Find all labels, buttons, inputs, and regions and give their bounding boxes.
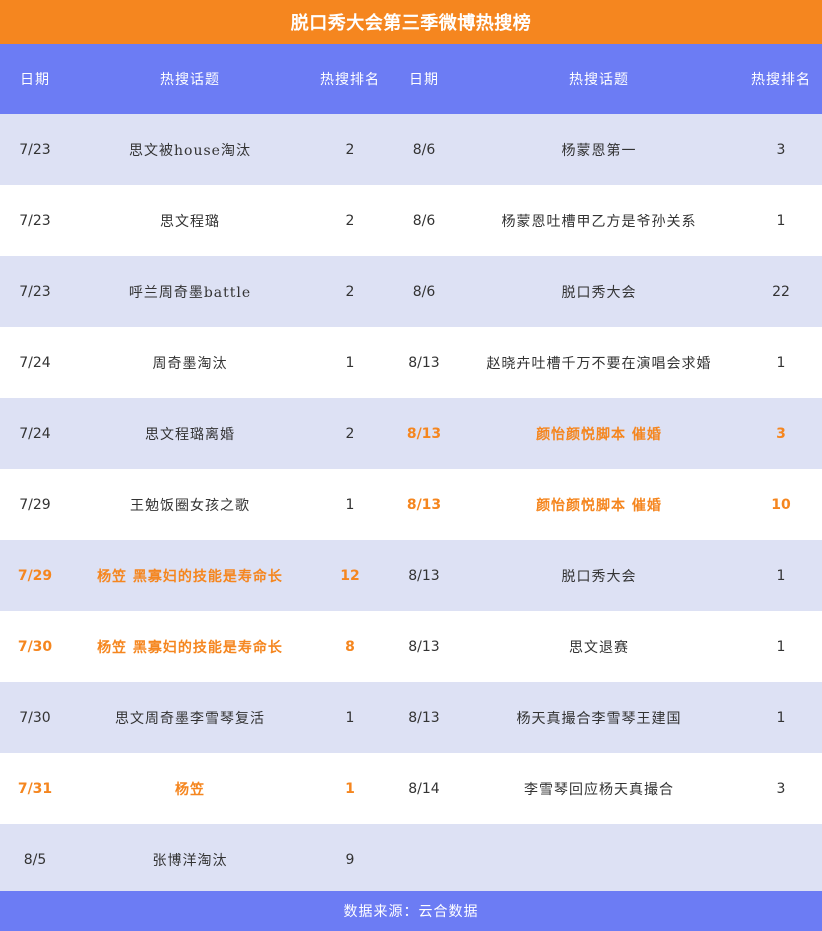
right-topic-cell [458,824,740,895]
left-rank-cell: 12 [310,540,390,611]
right-topic-cell: 杨天真撮合李雪琴王建国 [458,682,740,753]
right-date-cell: 8/13 [390,611,458,682]
right-rank-cell: 1 [740,682,822,753]
right-date-cell: 8/13 [390,327,458,398]
page-title: 脱口秀大会第三季微博热搜榜 [0,0,822,44]
right-rank-cell [740,824,822,895]
right-rank-cell: 1 [740,327,822,398]
table-row: 7/29 杨笠 黑寡妇的技能是寿命长 12 8/13 脱口秀大会 1 [0,540,822,611]
right-rank-cell: 3 [740,398,822,469]
left-topic-cell: 杨笠 黑寡妇的技能是寿命长 [70,611,310,682]
left-rank-cell: 8 [310,611,390,682]
left-date-cell: 7/30 [0,611,70,682]
right-rank-cell: 22 [740,256,822,327]
table-row: 7/30 杨笠 黑寡妇的技能是寿命长 8 8/13 思文退赛 1 [0,611,822,682]
hot-search-table: 日期 热搜话题 热搜排名 日期 热搜话题 热搜排名 7/23 思文被house淘汰… [0,44,822,895]
header-date-left: 日期 [0,44,70,114]
right-date-cell: 8/6 [390,185,458,256]
left-topic-cell: 思文程璐离婚 [70,398,310,469]
right-date-cell: 8/6 [390,114,458,185]
left-topic-cell: 杨笠 [70,753,310,824]
left-date-cell: 7/23 [0,114,70,185]
left-rank-cell: 9 [310,824,390,895]
table-row: 7/29 王勉饭圈女孩之歌 1 8/13 颜怡颜悦脚本 催婚 10 [0,469,822,540]
table-row: 7/23 思文被house淘汰 2 8/6 杨蒙恩第一 3 [0,114,822,185]
left-rank-cell: 2 [310,398,390,469]
left-date-cell: 7/23 [0,185,70,256]
left-rank-cell: 2 [310,114,390,185]
left-topic-cell: 思文被house淘汰 [70,114,310,185]
table-row: 7/30 思文周奇墨李雪琴复活 1 8/13 杨天真撮合李雪琴王建国 1 [0,682,822,753]
right-date-cell: 8/14 [390,753,458,824]
left-rank-cell: 2 [310,185,390,256]
header-date-right: 日期 [390,44,458,114]
right-topic-cell: 脱口秀大会 [458,540,740,611]
right-topic-cell: 思文退赛 [458,611,740,682]
left-date-cell: 8/5 [0,824,70,895]
left-date-cell: 7/24 [0,327,70,398]
right-rank-cell: 3 [740,114,822,185]
header-topic-right: 热搜话题 [458,44,740,114]
left-topic-cell: 王勉饭圈女孩之歌 [70,469,310,540]
left-date-cell: 7/30 [0,682,70,753]
table-row: 8/5 张博洋淘汰 9 [0,824,822,895]
right-date-cell: 8/6 [390,256,458,327]
right-topic-cell: 杨蒙恩吐槽甲乙方是爷孙关系 [458,185,740,256]
right-rank-cell: 1 [740,611,822,682]
right-topic-cell: 颜怡颜悦脚本 催婚 [458,398,740,469]
left-topic-cell: 思文程璐 [70,185,310,256]
left-rank-cell: 1 [310,327,390,398]
table-row: 7/31 杨笠 1 8/14 李雪琴回应杨天真撮合 3 [0,753,822,824]
right-date-cell: 8/13 [390,540,458,611]
left-topic-cell: 周奇墨淘汰 [70,327,310,398]
left-date-cell: 7/29 [0,469,70,540]
right-date-cell: 8/13 [390,682,458,753]
left-topic-cell: 张博洋淘汰 [70,824,310,895]
left-rank-cell: 1 [310,753,390,824]
left-rank-cell: 2 [310,256,390,327]
right-topic-cell: 颜怡颜悦脚本 催婚 [458,469,740,540]
right-date-cell: 8/13 [390,469,458,540]
table-header-row: 日期 热搜话题 热搜排名 日期 热搜话题 热搜排名 [0,44,822,114]
header-rank-left: 热搜排名 [310,44,390,114]
header-topic-left: 热搜话题 [70,44,310,114]
table-row: 7/23 思文程璐 2 8/6 杨蒙恩吐槽甲乙方是爷孙关系 1 [0,185,822,256]
left-rank-cell: 1 [310,469,390,540]
left-rank-cell: 1 [310,682,390,753]
right-rank-cell: 1 [740,185,822,256]
hot-search-infographic: 脱口秀大会第三季微博热搜榜 日期 热搜话题 热搜排名 日期 热搜话题 热搜排名 … [0,0,822,931]
table-body: 7/23 思文被house淘汰 2 8/6 杨蒙恩第一 3 7/23 思文程璐 2 8/6 杨蒙恩吐… [0,114,822,895]
table-row: 7/24 周奇墨淘汰 1 8/13 赵晓卉吐槽千万不要在演唱会求婚 1 [0,327,822,398]
left-topic-cell: 思文周奇墨李雪琴复活 [70,682,310,753]
data-source-footer: 数据来源：云合数据 [0,891,822,931]
left-date-cell: 7/23 [0,256,70,327]
left-date-cell: 7/24 [0,398,70,469]
right-topic-cell: 赵晓卉吐槽千万不要在演唱会求婚 [458,327,740,398]
right-topic-cell: 脱口秀大会 [458,256,740,327]
left-topic-cell: 杨笠 黑寡妇的技能是寿命长 [70,540,310,611]
left-date-cell: 7/31 [0,753,70,824]
right-topic-cell: 杨蒙恩第一 [458,114,740,185]
right-date-cell: 8/13 [390,398,458,469]
left-date-cell: 7/29 [0,540,70,611]
right-topic-cell: 李雪琴回应杨天真撮合 [458,753,740,824]
left-topic-cell: 呼兰周奇墨battle [70,256,310,327]
right-rank-cell: 1 [740,540,822,611]
table-row: 7/24 思文程璐离婚 2 8/13 颜怡颜悦脚本 催婚 3 [0,398,822,469]
right-date-cell [390,824,458,895]
right-rank-cell: 10 [740,469,822,540]
table-row: 7/23 呼兰周奇墨battle 2 8/6 脱口秀大会 22 [0,256,822,327]
right-rank-cell: 3 [740,753,822,824]
header-rank-right: 热搜排名 [740,44,822,114]
